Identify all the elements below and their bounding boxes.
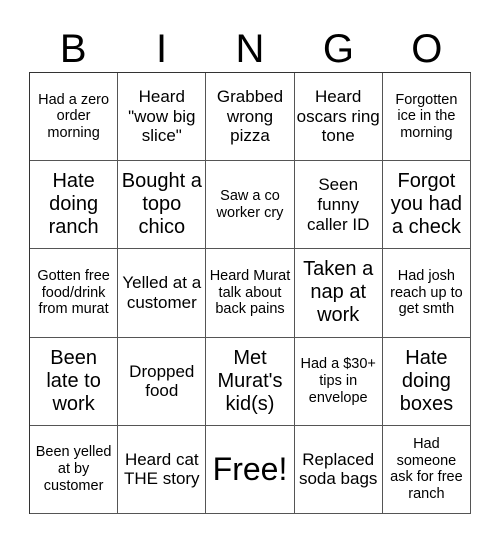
bingo-cell[interactable]: Been late to work	[30, 337, 119, 426]
header-letter-o: O	[411, 27, 443, 71]
header-letter-g: G	[322, 27, 354, 71]
bingo-cell[interactable]: Heard cat THE story	[118, 425, 207, 514]
bingo-cell[interactable]: Replaced soda bags	[294, 425, 383, 514]
free-space-cell[interactable]: Free!	[206, 425, 295, 514]
bingo-cell[interactable]: Saw a co worker cry	[206, 161, 295, 250]
bingo-cell[interactable]: Had josh reach up to get smth	[382, 249, 471, 338]
bingo-cell[interactable]: Hate doing boxes	[382, 337, 471, 426]
bingo-cell[interactable]: Had a zero order morning	[30, 73, 119, 162]
bingo-cell[interactable]: Yelled at a customer	[118, 249, 207, 338]
bingo-cell[interactable]: Had someone ask for free ranch	[382, 425, 471, 514]
header-letter-i: I	[156, 27, 168, 71]
bingo-cell[interactable]: Been yelled at by customer	[30, 425, 119, 514]
bingo-cell[interactable]: Heard oscars ring tone	[294, 73, 383, 162]
bingo-cell[interactable]: Had a $30+ tips in envelope	[294, 337, 383, 426]
header-letter-b: B	[59, 27, 87, 71]
bingo-cell[interactable]: Forgotten ice in the morning	[382, 73, 471, 162]
bingo-grid: Had a zero order morning Heard "wow big s…	[29, 72, 471, 514]
bingo-cell[interactable]: Gotten free food/drink from murat	[30, 249, 119, 338]
bingo-cell[interactable]: Grabbed wrong pizza	[206, 73, 295, 162]
bingo-cell[interactable]: Taken a nap at work	[294, 249, 383, 338]
bingo-cell[interactable]: Forgot you had a check	[382, 161, 471, 250]
bingo-header: B I N G O	[29, 22, 471, 72]
bingo-cell[interactable]: Met Murat's kid(s)	[206, 337, 295, 426]
bingo-cell[interactable]: Seen funny caller ID	[294, 161, 383, 250]
bingo-cell[interactable]: Dropped food	[118, 337, 207, 426]
header-letter-n: N	[235, 27, 265, 71]
bingo-cell[interactable]: Bought a topo chico	[118, 161, 207, 250]
bingo-cell[interactable]: Heard Murat talk about back pains	[206, 249, 295, 338]
bingo-cell[interactable]: Hate doing ranch	[30, 161, 119, 250]
bingo-cell[interactable]: Heard "wow big slice"	[118, 73, 207, 162]
